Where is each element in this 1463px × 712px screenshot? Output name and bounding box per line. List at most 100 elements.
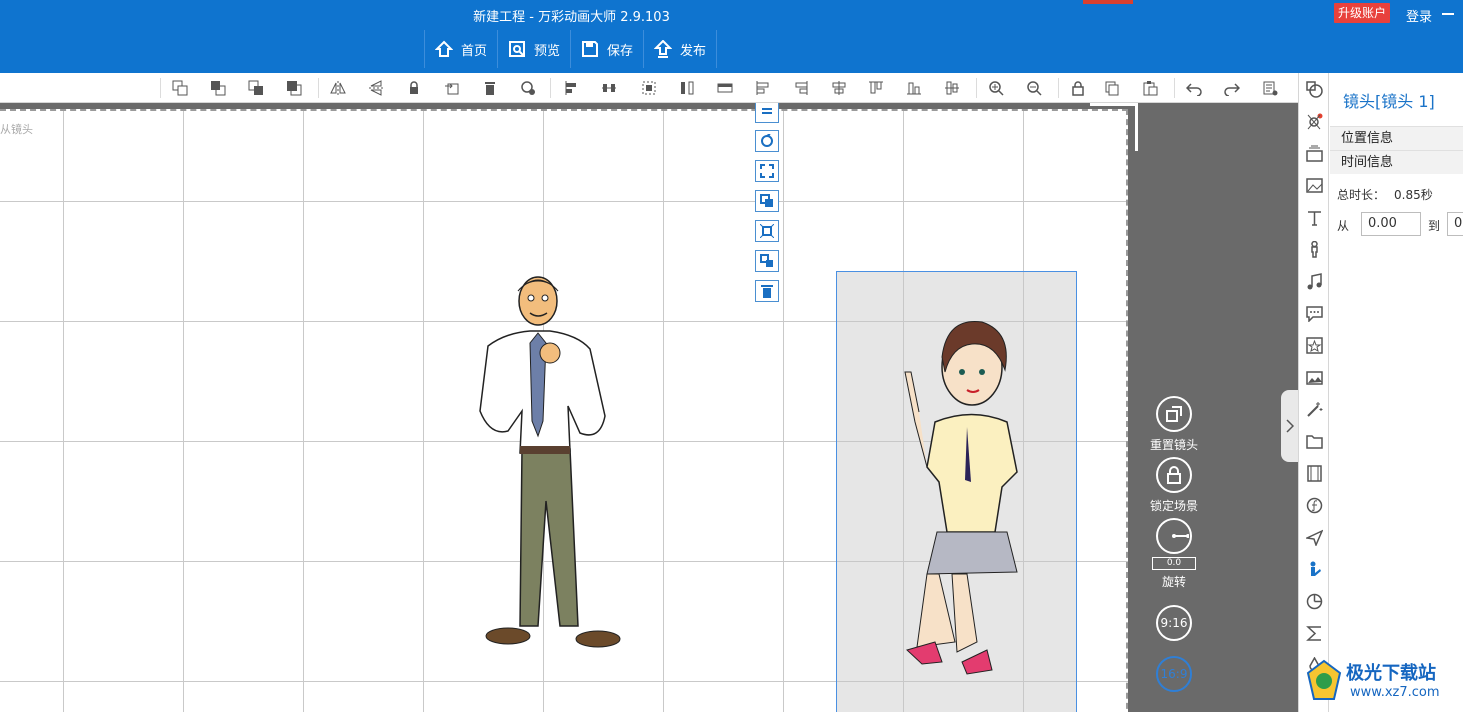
function-icon[interactable] [1306, 497, 1323, 514]
color-picker-icon[interactable] [520, 80, 536, 96]
bring-forward-icon[interactable] [172, 80, 188, 96]
zoom-in-icon[interactable] [988, 80, 1004, 96]
toolbar-separator [976, 78, 977, 98]
ratio-9-16-label: 9:16 [1156, 605, 1192, 641]
watermark: 极光下载站 www.xz7.com [1300, 655, 1460, 710]
group-icon[interactable] [641, 80, 657, 96]
lock-icon[interactable] [406, 80, 422, 96]
time-info-section[interactable]: 时间信息 [1330, 150, 1463, 174]
zoom-out-icon[interactable] [1026, 80, 1042, 96]
float-tool-delete[interactable] [755, 280, 779, 302]
bring-to-front-icon[interactable] [248, 80, 264, 96]
preview-label: 预览 [534, 43, 561, 59]
speech-bubble-icon[interactable] [1306, 305, 1323, 322]
formula-icon[interactable] [1306, 625, 1323, 642]
ungroup-icon[interactable] [679, 80, 695, 96]
align-center-icon[interactable] [831, 80, 847, 96]
send-to-back-icon[interactable] [286, 80, 302, 96]
align-icon [762, 108, 772, 114]
airplane-icon[interactable] [1306, 529, 1323, 546]
publish-button[interactable]: 发布 [643, 30, 718, 68]
to-time-input[interactable]: 0 [1447, 212, 1463, 236]
home-label: 首页 [461, 43, 488, 59]
from-time-input[interactable]: 0.00 [1361, 212, 1421, 236]
save-label: 保存 [607, 43, 634, 59]
reset-camera-label: 重置镜头 [1150, 438, 1199, 452]
effects-icon[interactable] [1306, 113, 1323, 130]
redo-icon[interactable] [1224, 80, 1240, 96]
ratio-9-16-button[interactable]: 9:16 [1150, 605, 1198, 641]
music-icon[interactable] [1306, 273, 1323, 290]
ratio-16-9-label: 16:9 [1156, 656, 1192, 692]
float-tool-frame[interactable] [755, 220, 779, 242]
ratio-16-9-button[interactable]: 16:9 [1150, 656, 1198, 692]
preview-icon [509, 41, 526, 57]
frame-icon [760, 224, 774, 238]
float-tool-swap[interactable] [755, 250, 779, 272]
upgrade-account-button[interactable]: 升级账户 [1334, 3, 1391, 23]
folder-icon[interactable] [1306, 433, 1323, 450]
text-icon[interactable] [1306, 209, 1323, 226]
trash-icon [761, 285, 773, 298]
canvas-area[interactable]: 从镜头 重置镜头 锁定场景 0.0 旋转 9:16 16:9 [0, 103, 1298, 712]
paste-icon[interactable] [1142, 80, 1158, 96]
align-middle-icon[interactable] [944, 80, 960, 96]
watermark-logo-icon [1306, 659, 1342, 700]
preview-button[interactable]: 预览 [497, 30, 570, 68]
man-character[interactable] [450, 271, 630, 661]
scene-icon[interactable] [1306, 145, 1323, 162]
character-icon[interactable] [1306, 241, 1323, 258]
same-width-icon[interactable] [717, 80, 733, 96]
layer-icon [760, 194, 773, 207]
woman-character[interactable] [867, 312, 1037, 682]
float-tool-rotate[interactable] [755, 130, 779, 152]
toolbar-separator [318, 78, 319, 98]
align-top-icon[interactable] [868, 80, 884, 96]
camera-frame-corner[interactable] [1090, 103, 1138, 151]
panel-collapse-tab[interactable] [1281, 390, 1298, 462]
align-left-distribute-icon[interactable] [563, 80, 579, 96]
element-icon-bar [1298, 73, 1329, 712]
copy-icon[interactable] [1104, 80, 1120, 96]
reset-camera-control[interactable]: 重置镜头 [1150, 396, 1198, 453]
login-button[interactable]: 登录 [1406, 6, 1432, 25]
replace-icon[interactable] [444, 80, 460, 96]
align-right-icon[interactable] [793, 80, 809, 96]
picture-icon[interactable] [1306, 369, 1323, 386]
lock-scene-control[interactable]: 锁定场景 [1150, 457, 1198, 514]
main-menu: 首页 预览 保存 发布 [424, 30, 718, 68]
minimize-button[interactable] [1442, 13, 1454, 15]
position-info-section[interactable]: 位置信息 [1330, 126, 1463, 150]
undo-icon[interactable] [1186, 80, 1202, 96]
flip-vertical-icon[interactable] [368, 80, 384, 96]
flip-horizontal-icon[interactable] [330, 80, 346, 96]
camera-view-selection[interactable] [836, 271, 1077, 712]
shapes-icon[interactable] [1306, 81, 1323, 98]
rotate-tool-icon [761, 134, 773, 147]
float-tool-fit[interactable] [755, 160, 779, 182]
home-button[interactable]: 首页 [424, 30, 497, 68]
align-bottom-icon[interactable] [906, 80, 922, 96]
rotate-value[interactable]: 0.0 [1152, 557, 1196, 570]
magic-wand-icon[interactable] [1306, 401, 1323, 418]
watermark-url: www.xz7.com [1350, 685, 1440, 700]
image-icon[interactable] [1306, 177, 1323, 194]
sticker-icon[interactable] [1306, 337, 1323, 354]
app-window: 新建工程 - 万彩动画大师 2.9.103 升级账户 登录 首页 预览 保存 发… [0, 0, 1463, 712]
distribute-horizontal-icon[interactable] [601, 80, 617, 96]
float-tool-align[interactable] [755, 103, 779, 123]
title-accent-tab [1083, 0, 1133, 4]
toolbar-separator [550, 78, 551, 98]
lock-scene-icon[interactable] [1070, 80, 1086, 96]
delete-icon[interactable] [482, 80, 498, 96]
from-label: 从 [1337, 219, 1350, 233]
properties-icon[interactable] [1262, 80, 1278, 96]
save-button[interactable]: 保存 [570, 30, 643, 68]
send-backward-icon[interactable] [210, 80, 226, 96]
rotate-control[interactable]: 0.0 旋转 [1150, 518, 1198, 590]
float-tool-layer[interactable] [755, 190, 779, 212]
pie-chart-icon[interactable] [1306, 593, 1323, 610]
film-icon[interactable] [1306, 465, 1323, 482]
camera-tool-icon[interactable] [1306, 561, 1323, 578]
align-left-icon[interactable] [755, 80, 771, 96]
